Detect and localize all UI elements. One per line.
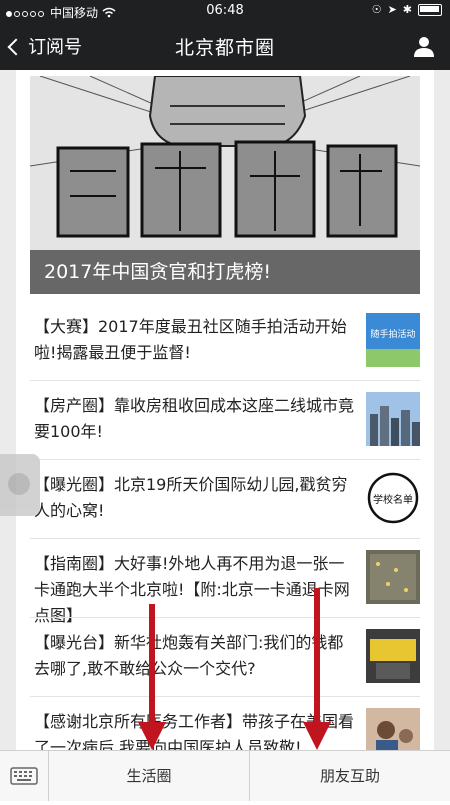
- list-item[interactable]: 【曝光台】新华社炮轰有关部门:我们的钱都去哪了,敢不敢给公众一个交代?: [30, 617, 420, 696]
- floating-assistive-button[interactable]: [0, 454, 40, 516]
- bluetooth-icon: ✱: [402, 3, 412, 16]
- article-list: 【大赛】2017年度最丑社区随手拍活动开始啦!揭露最丑便于监督! 随手拍活动 【…: [30, 302, 420, 775]
- article-card: 2017年中国贪官和打虎榜! 【大赛】2017年度最丑社区随手拍活动开始啦!揭露…: [16, 70, 434, 762]
- lock-rotation-icon: ☉: [371, 3, 382, 16]
- status-bar: 中国移动 06:48 ☉ ➤ ✱: [0, 0, 450, 22]
- article-thumbnail: [366, 629, 420, 683]
- keyboard-toggle-button[interactable]: [0, 751, 49, 801]
- location-icon: ➤: [387, 3, 397, 16]
- article-thumbnail: [366, 550, 420, 604]
- hero-article[interactable]: 2017年中国贪官和打虎榜!: [30, 76, 420, 294]
- message-feed[interactable]: 2017年中国贪官和打虎榜! 【大赛】2017年度最丑社区随手拍活动开始啦!揭露…: [0, 70, 450, 762]
- status-icons: ☉ ➤ ✱: [372, 3, 442, 16]
- article-title: 【大赛】2017年度最丑社区随手拍活动开始啦!揭露最丑便于监督!: [34, 317, 347, 362]
- menu-tab-life-circle[interactable]: 生活圈: [49, 751, 250, 801]
- bottom-menu-bar: 生活圈 朋友互助: [0, 750, 450, 801]
- thumb-text: 学校名单: [373, 493, 413, 506]
- navigation-bar: 订阅号 北京都市圈: [0, 22, 450, 70]
- article-thumbnail: 学校名单: [366, 471, 420, 525]
- page-title: 北京都市圈: [174, 37, 275, 59]
- article-title: 【曝光台】新华社炮轰有关部门:我们的钱都去哪了,敢不敢给公众一个交代?: [34, 633, 344, 678]
- keyboard-icon: [10, 767, 38, 785]
- article-thumbnail: [366, 392, 420, 446]
- hero-caption: 2017年中国贪官和打虎榜!: [30, 250, 420, 294]
- list-item[interactable]: 【曝光圈】北京19所天价国际幼儿园,戳贫穷人的心窝! 学校名单: [30, 459, 420, 538]
- article-thumbnail: 随手拍活动: [366, 313, 420, 367]
- thumb-text: 随手拍活动: [370, 328, 415, 340]
- profile-icon[interactable]: [412, 34, 436, 58]
- assistive-touch-icon: [8, 473, 30, 495]
- list-item[interactable]: 【房产圈】靠收房租收回成本这座二线城市竟要100年!: [30, 380, 420, 459]
- list-item[interactable]: 【指南圈】大好事!外地人再不用为退一张一卡通跑大半个北京啦!【附:北京一卡通退卡…: [30, 538, 420, 625]
- battery-icon: [418, 3, 442, 16]
- article-title: 【曝光圈】北京19所天价国际幼儿园,戳贫穷人的心窝!: [34, 475, 348, 520]
- menu-tab-friend-help[interactable]: 朋友互助: [250, 751, 450, 801]
- article-title: 【房产圈】靠收房租收回成本这座二线城市竟要100年!: [34, 396, 355, 441]
- list-item[interactable]: 【大赛】2017年度最丑社区随手拍活动开始啦!揭露最丑便于监督! 随手拍活动: [30, 302, 420, 380]
